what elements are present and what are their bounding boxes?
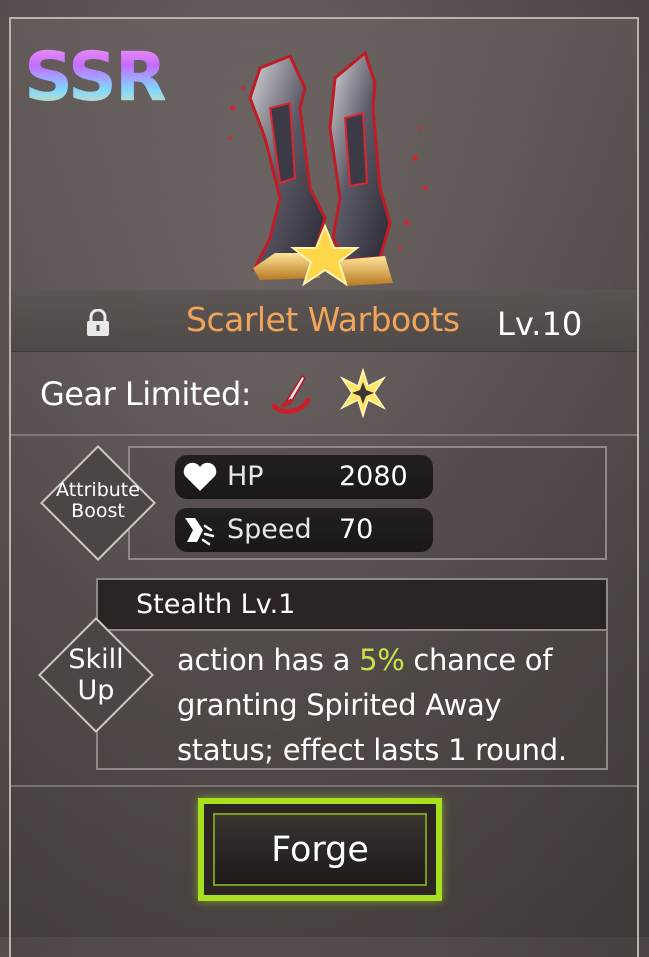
forge-button[interactable]: Forge bbox=[213, 813, 427, 886]
divider bbox=[11, 785, 637, 787]
attribute-boost-label: Attribute Boost bbox=[56, 479, 140, 523]
rarity-badge: SSR bbox=[24, 38, 167, 117]
warboots-image bbox=[228, 50, 428, 287]
stat-value: 70 bbox=[339, 514, 374, 545]
item-name: Scarlet Warboots bbox=[186, 300, 460, 339]
divider bbox=[11, 434, 637, 436]
skill-name: Stealth Lv.1 bbox=[136, 589, 296, 620]
heart-icon bbox=[183, 462, 217, 491]
skill-up-label: Skill Up bbox=[68, 644, 124, 707]
stat-row-hp: HP 2080 bbox=[175, 455, 433, 499]
speed-boot-icon bbox=[185, 518, 215, 546]
dagger-class-icon bbox=[271, 374, 311, 414]
stat-value: 2080 bbox=[339, 461, 408, 492]
gear-limited-label: Gear Limited: bbox=[40, 375, 252, 413]
skill-description: action has a 5% chance of granting Spiri… bbox=[177, 643, 567, 767]
item-level: Lv.10 bbox=[497, 305, 583, 343]
stat-name: HP bbox=[227, 461, 264, 492]
skill-chance-highlight: 5% bbox=[359, 643, 405, 677]
stat-name: Speed bbox=[227, 514, 312, 545]
stat-row-speed: Speed 70 bbox=[175, 508, 433, 552]
sparkle-class-icon bbox=[339, 368, 387, 418]
lock-icon[interactable] bbox=[82, 309, 114, 337]
